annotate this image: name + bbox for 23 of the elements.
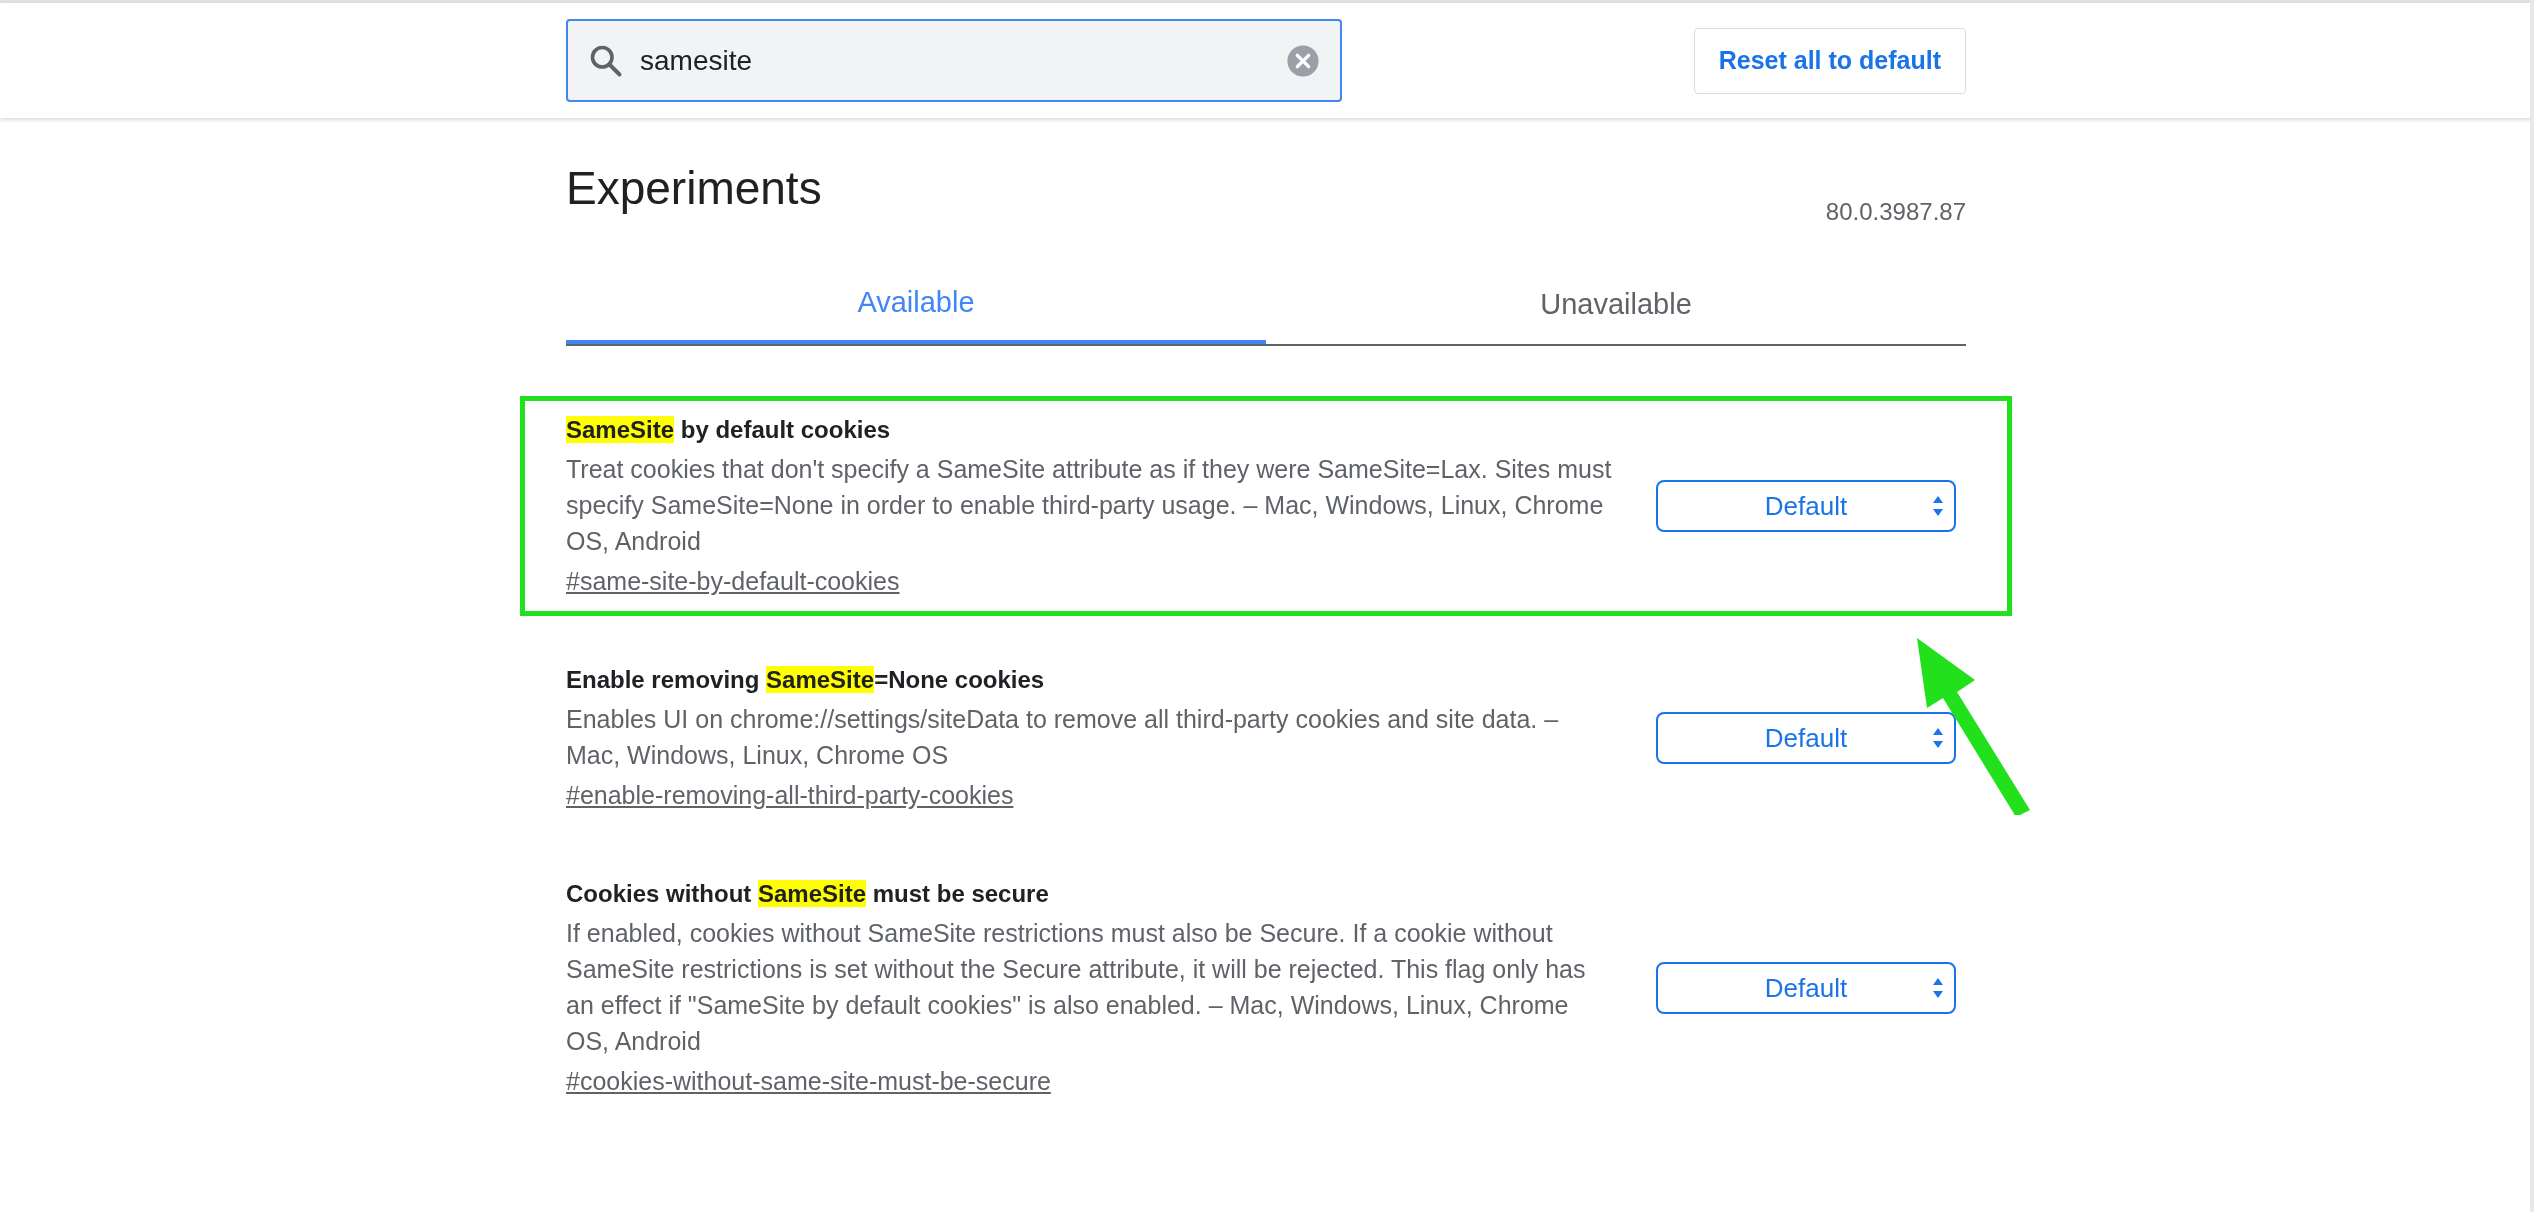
tab[interactable]: Available [566, 266, 1266, 344]
reset-button[interactable]: Reset all to default [1693, 27, 1966, 94]
flag-dropdown[interactable]: Default [1656, 962, 1956, 1014]
updown-arrows-icon [1932, 977, 1944, 999]
flag-description: Treat cookies that don't specify a SameSite attribute as if they were SameSite=Lax. Sites must specify SameSite=None in order to enable third-party usage. – Mac, Windows, Linux, Chrome OS, Android [566, 454, 1613, 557]
flag-description: If enabled, cookies without SameSite restrictions must also be Secure. If a cookie without SameSite restrictions is set without the Secure attribute, it will be rejected. This flag only has an effect if "SameSite by default cookies" is also enabled. – Mac, Windows, Linux, Chrome OS, Android [566, 918, 1587, 1057]
flag-dropdown[interactable]: Default [1656, 480, 1956, 532]
flag-title: Enable removing SameSite=None cookies [566, 665, 1046, 695]
flag-description: Enables UI on chrome://settings/siteData to remove all third-party cookies and site data. – Mac, Windows, Linux, Chrome OS [566, 704, 1560, 771]
updown-arrows-icon [1932, 495, 1944, 517]
flag-link[interactable]: #cookies-without-same-site-must-be-secure [566, 1063, 1051, 1099]
search-field[interactable]: samesite [566, 19, 1342, 102]
tab[interactable]: Unavailable [1266, 266, 1966, 344]
flag-link[interactable]: #same-site-by-default-cookies [566, 563, 900, 599]
search-input[interactable]: samesite [640, 39, 1270, 82]
flag-title: SameSite by default cookies [566, 415, 892, 445]
updown-arrows-icon [1932, 727, 1944, 749]
page-title: Experiments [566, 161, 822, 216]
flag-dropdown[interactable]: Default [1656, 712, 1956, 764]
version-number: 80.0.3987.87 [1825, 197, 1966, 227]
flag-title: Cookies without SameSite must be secure [566, 879, 1050, 909]
clear-icon[interactable] [1286, 43, 1320, 78]
flag-link[interactable]: #enable-removing-all-third-party-cookies [566, 777, 1014, 813]
